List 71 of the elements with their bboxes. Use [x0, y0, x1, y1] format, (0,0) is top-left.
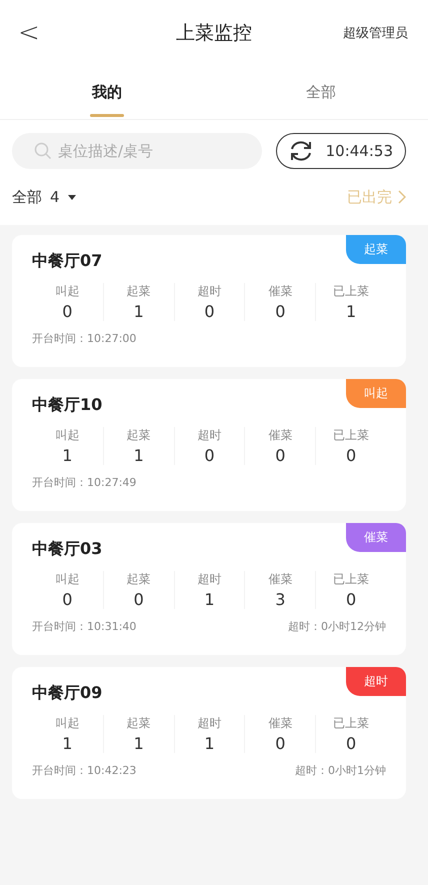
stat-label: 催菜 [268, 571, 292, 588]
stat-label: 起菜 [126, 571, 151, 588]
overtime: 超时：0小时1分钟 [295, 763, 386, 778]
status-badge: 叫起 [346, 379, 406, 408]
refresh-button[interactable]: 10:44:53 [276, 133, 406, 169]
stat-label: 起菜 [126, 283, 151, 300]
stat-label: 叫起 [55, 571, 80, 588]
stat-value: 1 [62, 446, 72, 465]
table-name: 中餐厅10 [32, 395, 104, 416]
tab[interactable]: 我的 [0, 65, 214, 119]
table-name: 中餐厅03 [32, 539, 104, 560]
stat-value: 0 [346, 734, 356, 753]
stat-value: 0 [62, 590, 72, 609]
chevron-right-icon [398, 190, 406, 204]
caret-icon [68, 194, 76, 200]
stat-label: 催菜 [268, 427, 292, 444]
stat-value: 0 [346, 446, 356, 465]
stat-label: 已上菜 [333, 427, 370, 444]
open-time: 开台时间：10:31:40 [32, 619, 136, 634]
tab[interactable]: 全部 [214, 65, 428, 119]
stat-label: 超时 [197, 427, 222, 444]
table-card[interactable]: 催菜 中餐厅03 叫起 0 起菜 0 超时 1 催菜 3 已上菜 0 开台时间：10:31:40 超时：0小时12分钟 [12, 523, 406, 655]
stat-value: 1 [204, 590, 215, 609]
stat-label: 起菜 [126, 715, 151, 732]
status-badge: 超时 [346, 667, 406, 696]
search-field[interactable]: 桌位描述/桌号 [12, 133, 262, 169]
open-time: 开台时间：10:42:23 [32, 763, 136, 778]
stat-label: 超时 [197, 571, 222, 588]
table-name: 中餐厅09 [32, 683, 104, 704]
user-role: 超级管理员 [343, 24, 408, 42]
stat-value: 1 [204, 734, 215, 753]
table-card[interactable]: 叫起 中餐厅10 叫起 1 起菜 1 超时 0 催菜 0 已上菜 0 开台时间：10:27:49 [12, 379, 406, 511]
stat-label: 叫起 [55, 715, 80, 732]
stat-value: 0 [275, 446, 286, 465]
overtime: 超时：0小时12分钟 [288, 619, 386, 634]
stat-value: 3 [275, 590, 286, 609]
table-name: 中餐厅07 [32, 251, 104, 272]
stat-value: 0 [346, 590, 356, 609]
stat-value: 0 [204, 302, 215, 321]
stat-value: 0 [134, 590, 144, 609]
stat-value: 1 [134, 734, 144, 753]
stat-value: 0 [275, 302, 286, 321]
back-button[interactable]: < [14, 18, 44, 48]
stat-label: 起菜 [126, 427, 151, 444]
stat-value: 1 [346, 302, 356, 321]
stat-value: 0 [204, 446, 215, 465]
open-time: 开台时间：10:27:49 [32, 475, 136, 490]
open-time: 开台时间：10:27:00 [32, 331, 136, 346]
stat-label: 超时 [197, 283, 222, 300]
stat-value: 1 [134, 302, 144, 321]
stat-label: 超时 [197, 715, 222, 732]
search-input[interactable]: 桌位描述/桌号 [56, 141, 216, 161]
filter-dropdown[interactable]: 全部 4 [12, 188, 76, 206]
stat-value: 1 [62, 734, 72, 753]
stat-value: 0 [62, 302, 72, 321]
stat-label: 已上菜 [333, 283, 370, 300]
refresh-icon [289, 140, 313, 162]
stat-label: 催菜 [268, 283, 292, 300]
table-card[interactable]: 超时 中餐厅09 叫起 1 起菜 1 超时 1 催菜 0 已上菜 0 开台时间：10:42:23 超时：0小时1分钟 [12, 667, 406, 799]
search-icon [34, 142, 52, 160]
table-card[interactable]: 起菜 中餐厅07 叫起 0 起菜 1 超时 0 催菜 0 已上菜 1 开台时间：10:27:00 [12, 235, 406, 367]
stat-label: 已上菜 [333, 571, 370, 588]
stat-value: 0 [275, 734, 286, 753]
page-title: 上菜监控 [176, 20, 252, 46]
stat-label: 已上菜 [333, 715, 370, 732]
status-badge: 起菜 [346, 235, 406, 264]
stat-value: 1 [134, 446, 144, 465]
stat-label: 叫起 [55, 283, 80, 300]
stat-label: 叫起 [55, 427, 80, 444]
stat-label: 催菜 [268, 715, 292, 732]
status-badge: 催菜 [346, 523, 406, 552]
